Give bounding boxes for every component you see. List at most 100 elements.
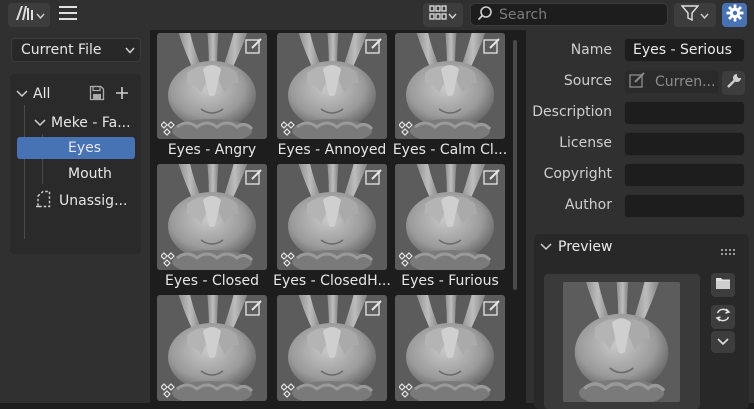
asset-data-icon <box>281 250 303 268</box>
asset-properties-panel: Name Eyes - Serious Source Curren... Des… <box>526 30 754 409</box>
tree-item-all-label: All <box>33 86 51 102</box>
open-source-file-button[interactable] <box>722 71 745 95</box>
tree-item-mouth[interactable]: Mouth <box>68 163 112 185</box>
display-mode-button[interactable] <box>423 3 463 27</box>
asset-thumbnail <box>157 164 267 270</box>
wrench-icon <box>726 73 742 93</box>
search-field[interactable] <box>470 3 668 26</box>
edit-icon <box>365 299 383 317</box>
asset-tile[interactable] <box>157 295 267 403</box>
description-label: Description <box>532 104 612 120</box>
refresh-icon <box>715 307 731 327</box>
preview-panel: Preview <box>534 234 749 409</box>
asset-tile[interactable] <box>395 295 505 403</box>
asset-tile[interactable] <box>277 295 387 403</box>
unassigned-icon <box>34 190 52 212</box>
asset-data-icon <box>161 250 183 268</box>
preview-image <box>563 282 680 402</box>
asset-thumbnail <box>157 295 267 401</box>
library-select-label: Current File <box>21 42 102 58</box>
edit-icon <box>483 299 501 317</box>
asset-thumbnail <box>277 33 387 139</box>
asset-thumbnail <box>395 33 505 139</box>
gear-icon <box>726 4 744 26</box>
chevron-down-icon <box>700 7 709 23</box>
asset-name: Eyes - Angry <box>167 142 257 158</box>
library-select[interactable]: Current File <box>11 38 141 62</box>
tree-item-eyes[interactable]: Eyes <box>17 137 135 159</box>
preview-title: Preview <box>558 239 613 255</box>
asset-data-icon <box>399 119 421 137</box>
filter-icon <box>680 4 700 26</box>
asset-tile[interactable]: Eyes - Furious <box>395 164 505 292</box>
preview-panel-header[interactable]: Preview <box>534 234 749 260</box>
hamburger-icon <box>59 6 77 24</box>
license-field[interactable] <box>624 132 745 156</box>
edit-icon <box>365 168 383 186</box>
edit-icon <box>483 168 501 186</box>
asset-tile[interactable]: Eyes - Calm Cl... <box>393 33 507 161</box>
asset-thumbnail <box>395 164 505 270</box>
drag-handle-icon[interactable] <box>721 243 735 259</box>
chevron-down-icon <box>448 7 457 23</box>
asset-data-icon <box>161 381 183 399</box>
tree-item-catalog-label: Meke - Fa... <box>51 115 131 131</box>
search-input[interactable] <box>499 6 659 23</box>
edit-icon <box>245 168 263 186</box>
edit-icon <box>245 37 263 55</box>
grid-scrollbar[interactable] <box>513 40 517 290</box>
edit-icon <box>365 37 383 55</box>
asset-tile[interactable]: Eyes - Closed <box>157 164 267 292</box>
asset-browser-icon <box>14 4 34 26</box>
tree-item-unassigned[interactable]: Unassig... <box>34 190 127 212</box>
name-field[interactable]: Eyes - Serious <box>624 38 745 62</box>
asset-thumbnail <box>277 164 387 270</box>
chevron-down-icon <box>125 42 135 58</box>
generate-preview-button[interactable] <box>711 305 735 329</box>
copyright-field[interactable] <box>624 163 745 187</box>
chevron-down-icon <box>16 86 28 102</box>
asset-data-icon <box>281 381 303 399</box>
load-preview-button[interactable] <box>711 273 735 297</box>
tree-item-unassigned-label: Unassig... <box>59 193 128 209</box>
asset-data-icon <box>399 250 421 268</box>
grid-view-icon <box>429 5 447 25</box>
hamburger-menu-button[interactable] <box>56 3 80 27</box>
name-label: Name <box>570 42 612 58</box>
asset-grid: Eyes - Angry Eyes - Annoyed Eyes - Calm … <box>152 30 524 403</box>
asset-name: Eyes - Annoyed <box>277 142 387 158</box>
filter-button[interactable] <box>674 3 716 27</box>
source-label: Source <box>563 73 612 89</box>
asset-thumbnail <box>277 295 387 401</box>
preview-options-button[interactable] <box>711 331 735 353</box>
save-icon[interactable] <box>89 85 105 105</box>
editor-type-button[interactable] <box>8 3 50 27</box>
license-label: License <box>559 135 612 151</box>
description-field[interactable] <box>624 101 745 125</box>
asset-data-icon <box>399 381 421 399</box>
sidebar-toggle-button[interactable] <box>722 3 747 27</box>
source-file-icon <box>629 72 647 92</box>
asset-name: Eyes - Closed <box>164 273 259 289</box>
edit-icon <box>245 299 263 317</box>
author-field[interactable] <box>624 194 745 218</box>
tree-item-catalog[interactable]: Meke - Fa... <box>34 112 131 134</box>
asset-name: Eyes - Furious <box>401 273 499 289</box>
asset-tile[interactable]: Eyes - Angry <box>157 33 267 161</box>
tree-item-eyes-label: Eyes <box>68 140 102 156</box>
source-value: Curren... <box>655 74 716 90</box>
add-catalog-icon[interactable] <box>114 85 130 105</box>
tree-item-mouth-label: Mouth <box>68 166 112 182</box>
asset-data-icon <box>281 119 303 137</box>
chevron-down-icon <box>34 115 46 131</box>
folder-icon <box>715 276 731 294</box>
chevron-down-icon <box>540 239 552 255</box>
asset-tile[interactable]: Eyes - ClosedH... <box>274 164 390 292</box>
asset-data-icon <box>161 119 183 137</box>
chevron-down-icon <box>35 7 45 23</box>
file-browser-header <box>0 0 754 30</box>
catalog-sidebar: Current File All Meke - Fa... Eyes Mouth… <box>0 30 150 403</box>
tree-item-all[interactable]: All <box>16 83 136 105</box>
asset-tile[interactable]: Eyes - Annoyed <box>277 33 387 161</box>
source-field[interactable]: Curren... <box>624 70 719 94</box>
